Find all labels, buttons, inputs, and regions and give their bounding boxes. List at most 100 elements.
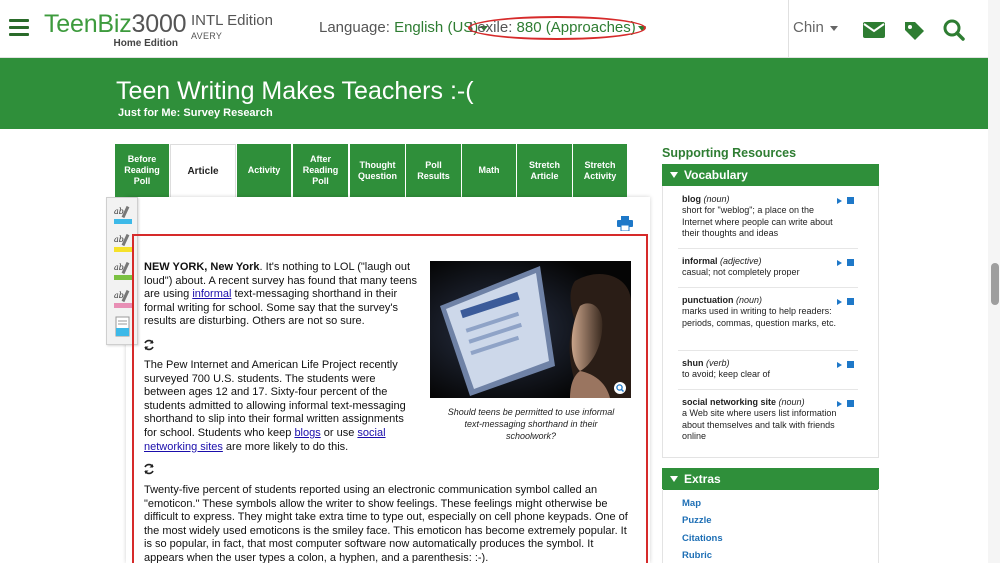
divider [678, 287, 858, 288]
extras-link-puzzle[interactable]: Puzzle [682, 515, 712, 526]
print-icon[interactable] [617, 216, 633, 232]
vocab-word: blog [682, 194, 701, 204]
language-value: English (US) [394, 19, 479, 36]
lexile-value: 880 (Approaches) [516, 19, 636, 36]
vocab-word: punctuation [682, 295, 734, 305]
stop-icon[interactable] [847, 259, 854, 266]
highlight-blue-tool[interactable]: ab [114, 205, 132, 226]
zoom-icon[interactable] [614, 381, 626, 394]
p2-text-c: are more likely to do this. [222, 440, 349, 453]
vocab-entry-punctuation: punctuation (noun) marks used in writing… [682, 295, 837, 329]
photo-caption: Should teens be permitted to use informa… [447, 407, 615, 441]
tab-article[interactable]: Article [170, 144, 236, 197]
mail-icon[interactable] [862, 19, 886, 41]
teenbiz-logo[interactable]: TeenBiz3000 Home Edition [44, 10, 187, 50]
article-dateline: NEW YORK, New York [144, 261, 260, 273]
search-icon[interactable] [942, 19, 966, 41]
play-icon[interactable] [837, 401, 842, 407]
menu-icon[interactable] [9, 19, 29, 37]
top-header: TeenBiz3000 Home Edition INTL Edition AV… [0, 0, 1000, 58]
vocab-definition: to avoid; keep clear of [682, 369, 771, 380]
tab-math[interactable]: Math [462, 144, 516, 197]
highlight-green-tool[interactable]: ab [114, 261, 132, 282]
highlight-pink-tool[interactable]: ab [114, 289, 132, 310]
stop-icon[interactable] [847, 298, 854, 305]
vocab-pos: (noun) [778, 397, 805, 407]
vocab-definition: marks used in writing to help readers: p… [682, 306, 837, 328]
vocab-pos: (noun) [736, 295, 763, 305]
vocab-entry-blog: blog (noun) short for "weblog"; a place … [682, 194, 837, 239]
divider [678, 248, 858, 249]
tag-icon[interactable] [902, 19, 926, 41]
p2-text-b: or use [320, 426, 358, 439]
play-icon[interactable] [837, 362, 842, 368]
vocab-definition: casual; not completely proper [682, 267, 800, 278]
lexile-label: Lexile: [469, 19, 513, 36]
audio-controls[interactable] [837, 400, 855, 408]
article-paragraph-3: Twenty-five percent of students reported… [144, 484, 628, 563]
vocab-pos: (adjective) [720, 256, 762, 266]
supporting-resources-title: Supporting Resources [662, 146, 797, 160]
tab-stretch-activity[interactable]: Stretch Activity [573, 144, 627, 197]
audio-controls[interactable] [837, 197, 855, 205]
logo-text: TeenBiz [44, 10, 132, 38]
user-name: Chin [793, 19, 824, 36]
edition-school: AVERY [191, 31, 223, 41]
article-banner: Teen Writing Makes Teachers :-( Just for… [0, 58, 1000, 129]
vocab-link-informal[interactable]: informal [192, 288, 231, 300]
vocab-pos: (noun) [703, 194, 730, 204]
audio-controls[interactable] [837, 298, 855, 306]
collapse-icon [670, 476, 678, 482]
tab-poll-results[interactable]: Poll Results [406, 144, 461, 197]
chevron-down-icon [637, 25, 646, 31]
language-label: Language: [319, 19, 390, 36]
stop-icon[interactable] [847, 197, 854, 204]
tab-stretch-article[interactable]: Stretch Article [517, 144, 572, 197]
vocab-pos: (verb) [706, 358, 730, 368]
audio-controls[interactable] [837, 259, 855, 267]
refresh-icon[interactable] [143, 462, 155, 475]
notes-tool-icon[interactable] [114, 316, 132, 337]
article-paragraph-1: NEW YORK, New York. It's nothing to LOL … [144, 261, 419, 329]
highlight-yellow-tool[interactable]: ab [114, 233, 132, 254]
tab-activity[interactable]: Activity [237, 144, 291, 197]
stop-icon[interactable] [847, 400, 854, 407]
article-photo[interactable] [430, 261, 631, 398]
extras-header[interactable]: Extras [662, 468, 879, 490]
article-tabs: Before Reading Poll Article Activity Aft… [115, 144, 627, 197]
play-icon[interactable] [837, 299, 842, 305]
chevron-down-icon [829, 25, 838, 31]
play-icon[interactable] [837, 198, 842, 204]
lexile-selector[interactable]: Lexile: 880 (Approaches) [469, 19, 646, 36]
logo-number: 3000 [131, 10, 187, 38]
edition-label: INTL Edition [191, 12, 273, 29]
vocab-link-blogs[interactable]: blogs [294, 427, 320, 439]
vocab-entry-social-networking-site: social networking site (noun) a Web site… [682, 397, 837, 442]
language-selector[interactable]: Language: English (US) [319, 19, 489, 36]
tab-before-reading-poll[interactable]: Before Reading Poll [115, 144, 169, 197]
logo-subtitle: Home Edition [113, 38, 178, 49]
refresh-icon[interactable] [143, 338, 155, 351]
article-paragraph-2: The Pew Internet and American Life Proje… [144, 359, 419, 454]
play-icon[interactable] [837, 260, 842, 266]
tab-after-reading-poll[interactable]: After Reading Poll [293, 144, 348, 197]
extras-link-map[interactable]: Map [682, 498, 701, 509]
tab-thought-question[interactable]: Thought Question [350, 144, 405, 197]
user-menu[interactable]: Chin [793, 19, 838, 36]
extras-link-citations[interactable]: Citations [682, 533, 723, 544]
collapse-icon [670, 172, 678, 178]
audio-controls[interactable] [837, 361, 855, 369]
extras-link-rubric[interactable]: Rubric [682, 550, 712, 561]
vocab-entry-shun: shun (verb) to avoid; keep clear of [682, 358, 837, 381]
divider [678, 350, 858, 351]
extras-label: Extras [684, 472, 721, 486]
stop-icon[interactable] [847, 361, 854, 368]
divider [678, 389, 858, 390]
vocabulary-header[interactable]: Vocabulary [662, 164, 879, 186]
scrollbar-thumb[interactable] [991, 263, 999, 305]
page-subtitle: Just for Me: Survey Research [118, 107, 273, 119]
vocab-word: social networking site [682, 397, 777, 407]
header-divider [788, 0, 789, 58]
page-title: Teen Writing Makes Teachers :-( [116, 77, 474, 105]
vocab-definition: a Web site where users list information … [682, 408, 837, 441]
